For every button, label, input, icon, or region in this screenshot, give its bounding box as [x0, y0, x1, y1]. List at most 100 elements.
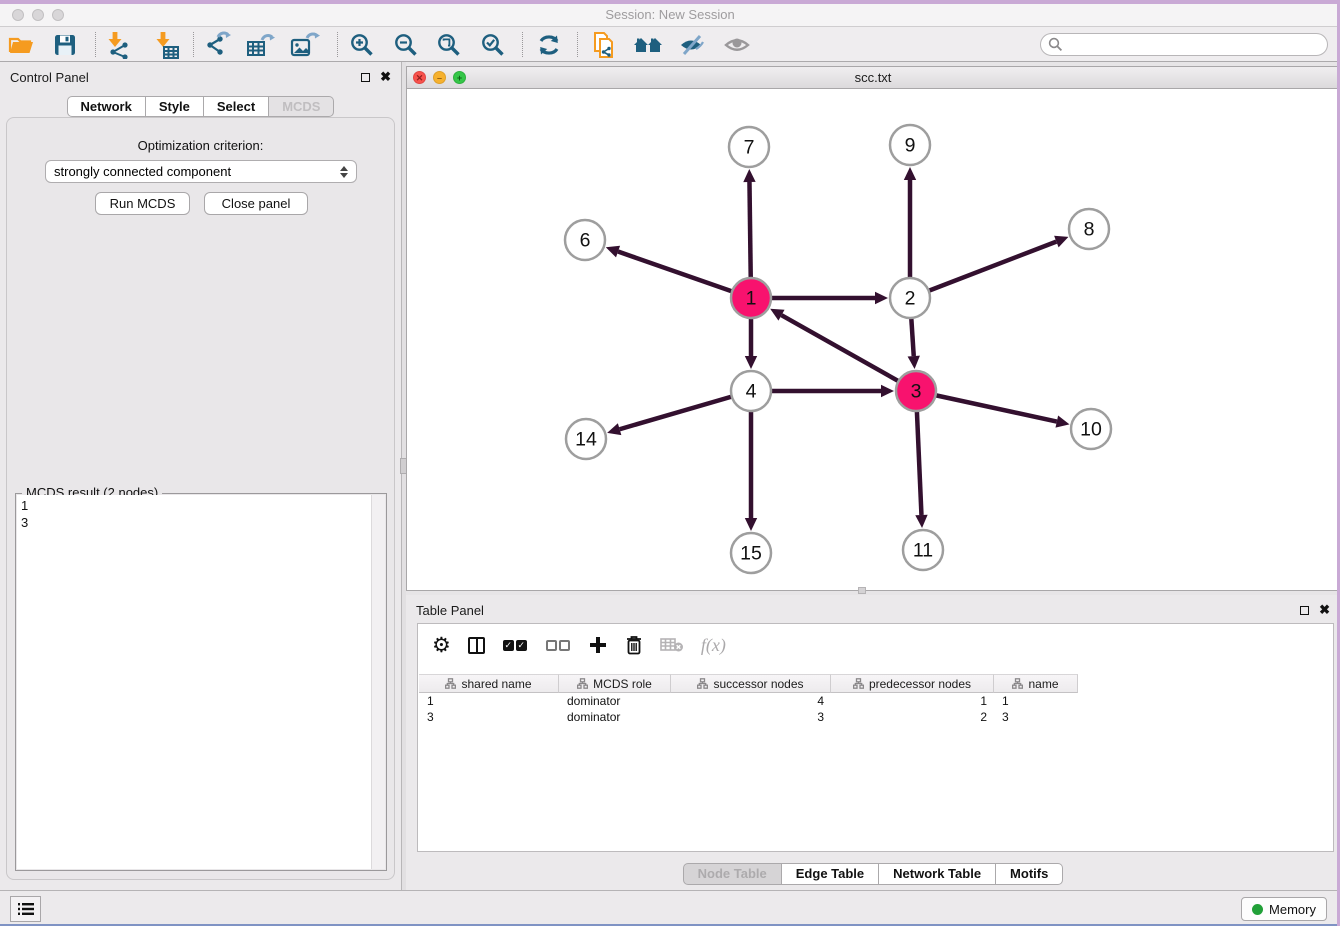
criterion-dropdown[interactable]: strongly connected component: [45, 160, 357, 183]
birdseye-view-icon[interactable]: [720, 31, 754, 58]
close-panel-button[interactable]: Close panel: [204, 192, 308, 215]
table-cell[interactable]: 3: [994, 710, 1078, 724]
tab-select[interactable]: Select: [204, 96, 269, 117]
save-session-icon[interactable]: [48, 31, 82, 58]
network-canvas[interactable]: 1234678910111415: [407, 89, 1339, 590]
table-header-row: shared nameMCDS rolesuccessor nodesprede…: [419, 674, 1079, 693]
tab-mcds[interactable]: MCDS: [269, 96, 334, 117]
table-settings-icon[interactable]: ⚙: [432, 632, 451, 658]
toggle-details-icon[interactable]: [675, 31, 709, 58]
table-panel-header: Table Panel ✖: [406, 595, 1340, 625]
function-builder-icon[interactable]: f(x): [701, 632, 726, 658]
add-row-icon[interactable]: [588, 632, 608, 658]
column-header-name[interactable]: name: [994, 674, 1078, 693]
home-view-icon[interactable]: [631, 31, 665, 58]
table-cell[interactable]: 1: [831, 694, 994, 708]
column-visibility-icon[interactable]: [468, 632, 485, 658]
mcds-result-text[interactable]: 13: [17, 495, 371, 869]
window-minimize-button[interactable]: [32, 9, 44, 21]
table-cell[interactable]: dominator: [559, 694, 671, 708]
toolbar-separator: [522, 32, 523, 57]
zoom-fit-icon[interactable]: [432, 31, 466, 58]
deselect-all-icon[interactable]: [545, 632, 571, 658]
zoom-out-icon[interactable]: [389, 31, 423, 58]
node-label-4: 4: [746, 381, 757, 403]
zoom-in-icon[interactable]: [345, 31, 379, 58]
delete-table-icon[interactable]: [660, 632, 684, 658]
search-field[interactable]: [1040, 33, 1328, 56]
node-table: shared nameMCDS rolesuccessor nodesprede…: [419, 674, 1079, 725]
window-title: Session: New Session: [0, 4, 1340, 26]
node-label-15: 15: [740, 543, 762, 565]
run-mcds-button[interactable]: Run MCDS: [95, 192, 190, 215]
table-cell[interactable]: 4: [671, 694, 831, 708]
table-cell[interactable]: 3: [671, 710, 831, 724]
edge-arrowhead: [915, 515, 927, 528]
node-label-1: 1: [746, 288, 757, 310]
tab-network-table[interactable]: Network Table: [879, 863, 996, 885]
network-minimize-button[interactable]: –: [433, 71, 446, 84]
edge-arrowhead: [881, 385, 894, 397]
column-header-predecessor-nodes[interactable]: predecessor nodes: [831, 674, 994, 693]
network-close-button[interactable]: ✕: [413, 71, 426, 84]
table-cell[interactable]: 1: [419, 694, 559, 708]
export-network-icon[interactable]: [201, 31, 235, 58]
graph-edge-3-10[interactable]: [916, 391, 1057, 422]
table-row[interactable]: 3dominator323: [419, 709, 1079, 725]
control-panel-title: Control Panel: [10, 70, 361, 85]
network-graph: 1234678910111415: [407, 89, 1339, 590]
float-panel-icon[interactable]: [1300, 606, 1309, 615]
result-line: 1: [21, 497, 367, 514]
network-window-titlebar[interactable]: ✕ – + scc.txt: [407, 67, 1339, 89]
table-cell[interactable]: 3: [419, 710, 559, 724]
select-all-icon[interactable]: ✓✓: [502, 632, 528, 658]
open-session-icon[interactable]: [4, 31, 38, 58]
status-bar: Memory: [0, 890, 1340, 926]
column-header-MCDS-role[interactable]: MCDS role: [559, 674, 671, 693]
tab-style[interactable]: Style: [146, 96, 204, 117]
control-panel-header: Control Panel ✖: [0, 62, 401, 92]
result-scrollbar[interactable]: [371, 495, 385, 869]
edge-arrowhead: [1055, 416, 1069, 428]
import-table-icon[interactable]: [149, 31, 183, 58]
window-zoom-button[interactable]: [52, 9, 64, 21]
import-network-icon[interactable]: [101, 31, 135, 58]
table-row[interactable]: 1dominator411: [419, 693, 1079, 709]
float-panel-icon[interactable]: [361, 73, 370, 82]
column-header-successor-nodes[interactable]: successor nodes: [671, 674, 831, 693]
search-icon: [1048, 37, 1063, 52]
refresh-layout-icon[interactable]: [532, 31, 566, 58]
close-panel-icon[interactable]: ✖: [1319, 605, 1330, 615]
tab-motifs[interactable]: Motifs: [996, 863, 1063, 885]
node-label-6: 6: [580, 230, 591, 252]
close-panel-icon[interactable]: ✖: [380, 72, 391, 82]
tab-network[interactable]: Network: [67, 96, 146, 117]
task-history-button[interactable]: [10, 896, 41, 922]
tab-edge-table[interactable]: Edge Table: [782, 863, 879, 885]
optimization-criterion-label: Optimization criterion:: [7, 138, 394, 153]
toolbar-separator: [95, 32, 96, 57]
network-maximize-button[interactable]: +: [453, 71, 466, 84]
window-titlebar: Session: New Session: [0, 4, 1340, 27]
copy-network-icon[interactable]: [588, 31, 622, 58]
table-cell[interactable]: 1: [994, 694, 1078, 708]
graph-edge-3-1[interactable]: [781, 315, 916, 391]
zoom-selected-icon[interactable]: [476, 31, 510, 58]
node-label-14: 14: [575, 429, 597, 451]
export-table-icon[interactable]: [244, 31, 278, 58]
memory-button[interactable]: Memory: [1241, 897, 1327, 921]
window-close-button[interactable]: [12, 9, 24, 21]
column-header-shared-name[interactable]: shared name: [419, 674, 559, 693]
criterion-value: strongly connected component: [54, 164, 340, 179]
tab-node-table[interactable]: Node Table: [683, 863, 782, 885]
table-cell[interactable]: 2: [831, 710, 994, 724]
delete-icon[interactable]: [625, 632, 643, 658]
table-toolbar: ⚙ ✓✓ f(x): [418, 624, 1333, 666]
export-image-icon[interactable]: [288, 31, 322, 58]
desktop-edge-top: [0, 0, 1340, 4]
search-input[interactable]: [1067, 36, 1327, 54]
horizontal-splitter-handle[interactable]: [858, 587, 866, 594]
graph-edge-2-8[interactable]: [910, 242, 1056, 298]
edge-arrowhead: [606, 246, 620, 258]
table-cell[interactable]: dominator: [559, 710, 671, 724]
